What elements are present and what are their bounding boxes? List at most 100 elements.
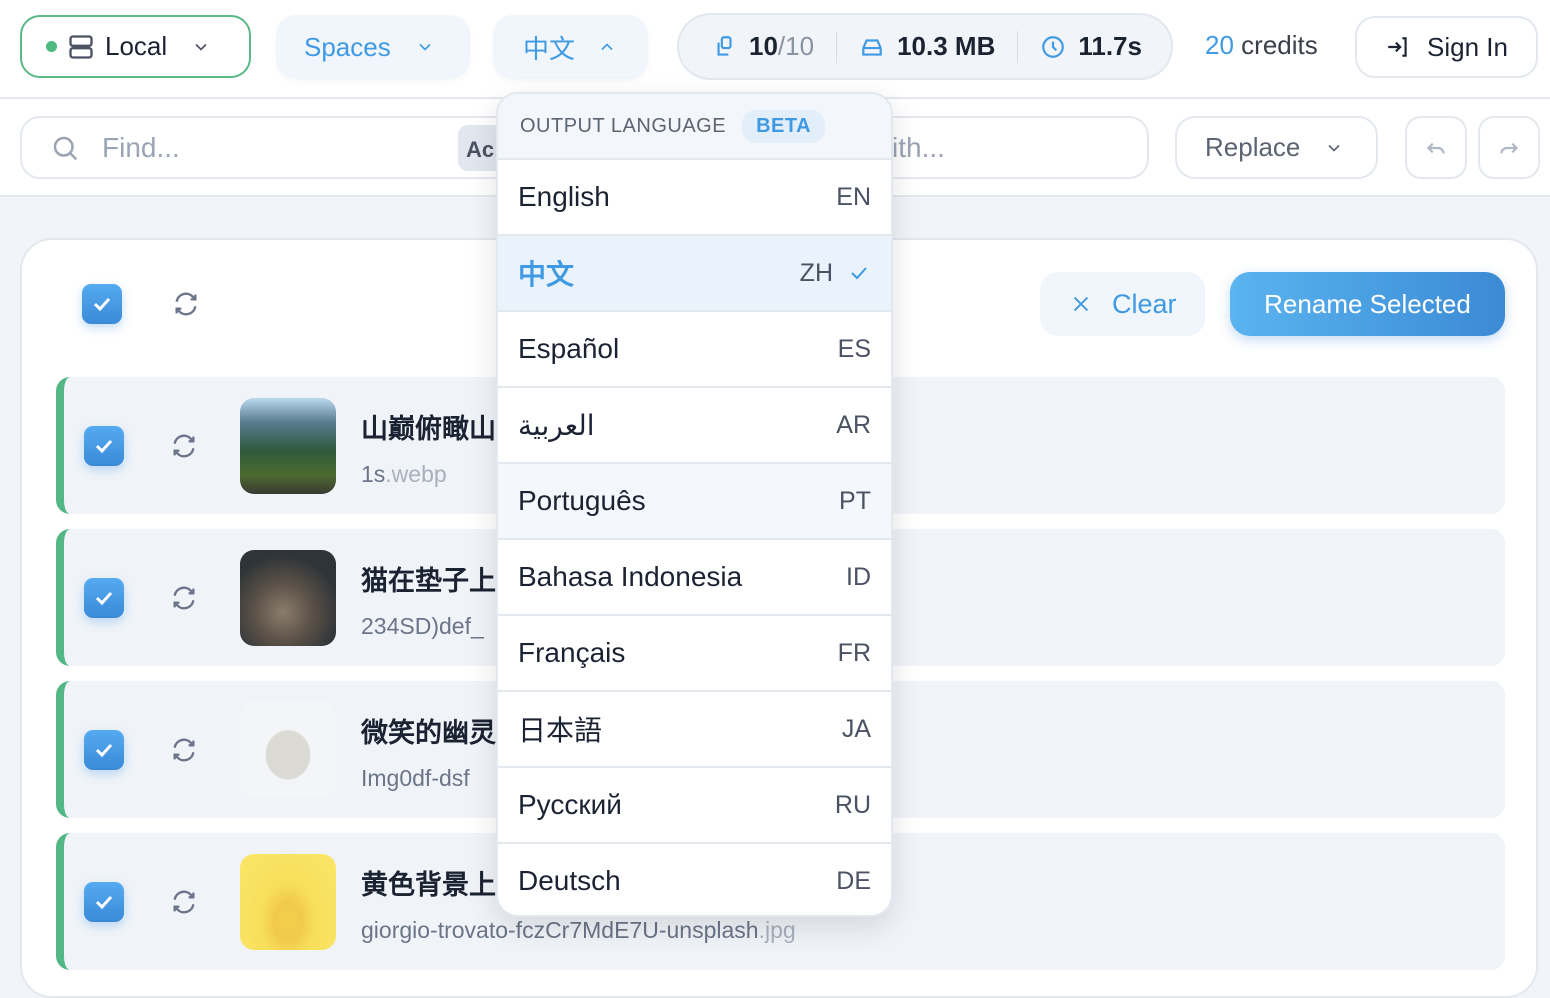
language-option-ja[interactable]: 日本語 JA xyxy=(498,692,891,768)
clock-icon xyxy=(1040,34,1066,60)
clear-label: Clear xyxy=(1112,289,1177,320)
file-checkbox[interactable] xyxy=(84,426,124,466)
select-all-checkbox[interactable] xyxy=(82,284,122,324)
rename-selected-label: Rename Selected xyxy=(1264,289,1471,320)
file-checkbox[interactable] xyxy=(84,730,124,770)
language-code: JA xyxy=(842,715,871,744)
redo-icon xyxy=(1496,135,1522,161)
filename-base: 1s xyxy=(361,461,385,487)
credits: 20 credits xyxy=(1205,30,1318,61)
filename-base: giorgio-trovato-fczCr7MdE7U-unsplash xyxy=(361,917,759,943)
sign-in-icon xyxy=(1385,34,1411,60)
sign-in-label: Sign In xyxy=(1427,32,1508,63)
total-size: 10.3 MB xyxy=(897,31,995,62)
suggested-name: 猫在垫子上 xyxy=(361,559,496,598)
check-icon xyxy=(92,890,116,914)
file-total: /10 xyxy=(778,31,814,61)
language-option-label: 中文 xyxy=(518,253,574,293)
close-icon xyxy=(1070,293,1092,315)
language-option-pt[interactable]: Português PT xyxy=(498,464,891,540)
stats-pill: 10/10 10.3 MB 11.7s xyxy=(677,13,1173,80)
language-option-label: العربية xyxy=(518,409,595,442)
language-option-zh[interactable]: 中文 ZH xyxy=(498,236,891,312)
status-dot xyxy=(46,41,57,52)
language-option-ar[interactable]: العربية AR xyxy=(498,388,891,464)
file-thumbnail xyxy=(240,702,336,798)
output-language-menu: OUTPUT LANGUAGE BETA English EN 中文 ZH Es… xyxy=(496,92,893,917)
clear-button[interactable]: Clear xyxy=(1040,272,1205,336)
language-option-en[interactable]: English EN xyxy=(498,160,891,236)
file-thumbnail xyxy=(240,854,336,950)
replace-mode-select[interactable]: Replace xyxy=(1175,116,1378,179)
check-icon xyxy=(92,586,116,610)
language-option-id[interactable]: Bahasa Indonesia ID xyxy=(498,540,891,616)
language-option-label: Português xyxy=(518,485,646,517)
language-option-label: 日本語 xyxy=(518,709,602,749)
original-filename: giorgio-trovato-fczCr7MdE7U-unsplash.jpg xyxy=(361,917,796,944)
language-code: DE xyxy=(836,867,871,896)
redo-button[interactable] xyxy=(1478,116,1540,179)
file-thumbnail xyxy=(240,398,336,494)
original-filename: Img0df-dsf xyxy=(361,765,470,792)
refresh-icon[interactable] xyxy=(170,888,198,916)
language-option-es[interactable]: Español ES xyxy=(498,312,891,388)
language-code: ZH xyxy=(800,259,833,288)
language-code: ES xyxy=(838,335,871,364)
suggested-name: 黄色背景上 xyxy=(361,863,496,902)
filename-ext: .jpg xyxy=(759,917,796,943)
spaces-label: Spaces xyxy=(304,32,391,63)
check-icon xyxy=(847,261,871,285)
server-icon xyxy=(67,33,95,61)
language-option-label: Bahasa Indonesia xyxy=(518,561,742,593)
suggested-name: 微笑的幽灵 xyxy=(361,711,496,750)
refresh-icon[interactable] xyxy=(170,584,198,612)
chevron-down-icon xyxy=(1324,138,1344,158)
find-placeholder: Find... xyxy=(102,132,180,164)
replace-mode-label: Replace xyxy=(1205,132,1300,163)
storage-label: Local xyxy=(105,31,167,62)
file-checkbox[interactable] xyxy=(84,882,124,922)
chevron-up-icon xyxy=(597,37,617,57)
drive-icon xyxy=(859,34,885,60)
original-filename: 234SD)def_ xyxy=(361,613,484,640)
language-label: 中文 xyxy=(523,29,575,66)
language-option-label: Deutsch xyxy=(518,865,621,897)
language-select[interactable]: 中文 xyxy=(493,15,648,79)
refresh-icon[interactable] xyxy=(170,432,198,460)
credits-label: credits xyxy=(1241,30,1318,60)
filename-base: 234SD)def_ xyxy=(361,613,484,639)
language-code: EN xyxy=(836,183,871,212)
filename-base: Img0df-dsf xyxy=(361,765,470,791)
elapsed-time: 11.7s xyxy=(1078,31,1142,62)
language-code: PT xyxy=(839,487,871,516)
suggested-name: 山巅俯瞰山 xyxy=(361,407,496,446)
language-option-label: Français xyxy=(518,637,625,669)
menu-header-label: OUTPUT LANGUAGE xyxy=(520,115,726,138)
check-icon xyxy=(92,434,116,458)
language-option-label: Русский xyxy=(518,789,622,821)
spaces-select[interactable]: Spaces xyxy=(276,15,470,79)
replace-placeholder: ith... xyxy=(892,132,945,164)
language-option-de[interactable]: Deutsch DE xyxy=(498,844,891,917)
language-code: FR xyxy=(838,639,871,668)
sign-in-button[interactable]: Sign In xyxy=(1355,16,1538,78)
beta-badge: BETA xyxy=(742,110,825,143)
file-checkbox[interactable] xyxy=(84,578,124,618)
language-option-fr[interactable]: Français FR xyxy=(498,616,891,692)
undo-icon xyxy=(1423,135,1449,161)
filename-ext: .webp xyxy=(385,461,446,487)
chevron-down-icon xyxy=(415,37,435,57)
check-icon xyxy=(90,292,114,316)
copy-icon xyxy=(711,34,737,60)
language-option-ru[interactable]: Русский RU xyxy=(498,768,891,844)
refresh-all-icon[interactable] xyxy=(172,290,200,318)
credits-value: 20 xyxy=(1205,30,1234,60)
rename-selected-button[interactable]: Rename Selected xyxy=(1230,272,1505,336)
storage-select[interactable]: Local xyxy=(20,15,251,78)
language-code: RU xyxy=(835,791,871,820)
undo-button[interactable] xyxy=(1405,116,1467,179)
menu-header: OUTPUT LANGUAGE BETA xyxy=(498,94,891,160)
check-icon xyxy=(92,738,116,762)
refresh-icon[interactable] xyxy=(170,736,198,764)
language-option-label: Español xyxy=(518,333,619,365)
